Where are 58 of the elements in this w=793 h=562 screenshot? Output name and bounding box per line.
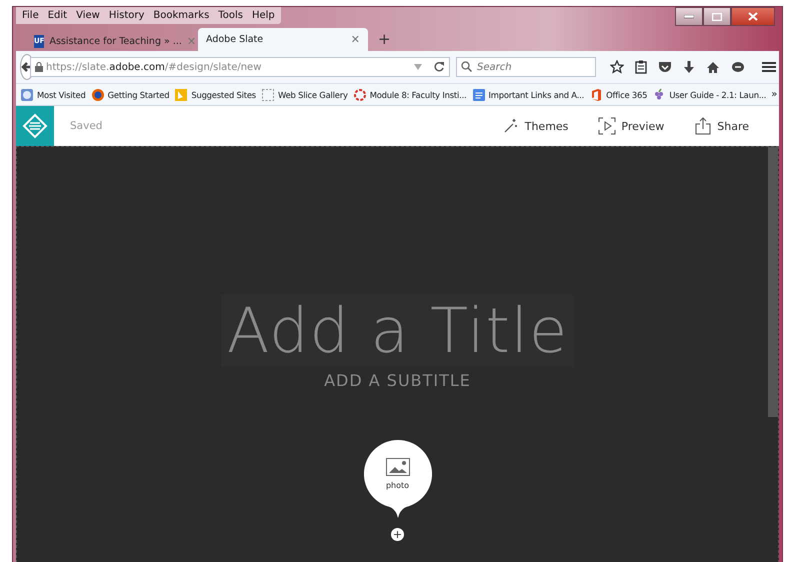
reload-icon[interactable] [433, 61, 445, 73]
bookmark-link[interactable]: Most Visited [37, 90, 86, 100]
bookmark-link[interactable]: Web Slice Gallery [278, 90, 348, 100]
pocket-icon[interactable] [658, 61, 672, 73]
bookmark-icon [260, 88, 275, 102]
maximize-icon [712, 12, 722, 20]
menu-icon[interactable] [762, 61, 776, 73]
share-icon [694, 117, 712, 135]
menu-item[interactable]: Help [252, 10, 275, 21]
add-block-button[interactable]: + [391, 528, 404, 541]
bookmark-icon [174, 88, 188, 102]
close-button[interactable] [731, 7, 775, 26]
menu-item[interactable]: Tools [218, 10, 243, 21]
toolbar-button[interactable]: Themes [502, 117, 568, 135]
maximize-button[interactable] [703, 7, 731, 26]
app-logo[interactable] [16, 106, 54, 146]
chat-icon[interactable] [731, 60, 745, 74]
home-icon[interactable] [706, 60, 720, 74]
back-arrow-icon [21, 62, 33, 72]
menu-item[interactable]: History [108, 10, 144, 21]
bookmark-link[interactable]: Important Links and A... [488, 90, 584, 100]
bookmark-link[interactable]: Office 365 [606, 90, 648, 100]
menu-item[interactable]: File [22, 10, 39, 21]
bookmark-icon [589, 88, 604, 102]
toolbar-button[interactable]: Share [694, 117, 749, 135]
subtitle-placeholder[interactable]: ADD A SUBTITLE [324, 371, 471, 390]
play-icon [598, 117, 616, 135]
toolbar-button[interactable]: Preview [598, 117, 664, 135]
bookmark-link[interactable]: Suggested Sites [191, 90, 256, 100]
photo-bubble[interactable]: photo [364, 440, 432, 518]
save-status: Saved [70, 120, 104, 132]
bookmark-icon [90, 88, 105, 102]
close-icon [748, 12, 758, 21]
minimize-icon [684, 14, 694, 18]
star-icon[interactable] [610, 60, 624, 74]
url-text: https://slate.adobe.com/#design/slate/new [46, 62, 262, 72]
menu-item[interactable]: Edit [48, 10, 68, 21]
scrollbar[interactable] [768, 147, 778, 417]
new-tab-button[interactable]: + [370, 30, 399, 51]
search-field[interactable]: Search [456, 57, 596, 77]
bookmark-icon [472, 88, 486, 102]
menu-item[interactable]: Bookmarks [153, 10, 210, 21]
more-bookmarks-button[interactable]: » [771, 89, 782, 100]
minimize-button[interactable] [675, 7, 703, 26]
bookmark-link[interactable]: Module 8: Faculty Insti... [370, 90, 467, 100]
download-icon[interactable] [683, 60, 695, 74]
bookmark-icon [20, 88, 34, 102]
menu-item[interactable]: View [76, 10, 100, 21]
title-placeholder[interactable]: Add a Title [220, 295, 574, 367]
bookmark-icon [352, 88, 367, 102]
close-tab-button[interactable]: ✕ [350, 33, 360, 46]
browser-tab[interactable]: Adobe Slate ✕ [198, 28, 368, 51]
lock-icon [35, 62, 43, 72]
bookmark-link[interactable]: Getting Started [108, 90, 170, 100]
image-icon [386, 458, 410, 476]
address-bar[interactable]: https://slate.adobe.com/#design/slate/new [30, 57, 450, 77]
bookmark-link[interactable]: User Guide - 2.1: Laun... [669, 90, 766, 100]
clipboard-icon[interactable] [635, 60, 647, 74]
